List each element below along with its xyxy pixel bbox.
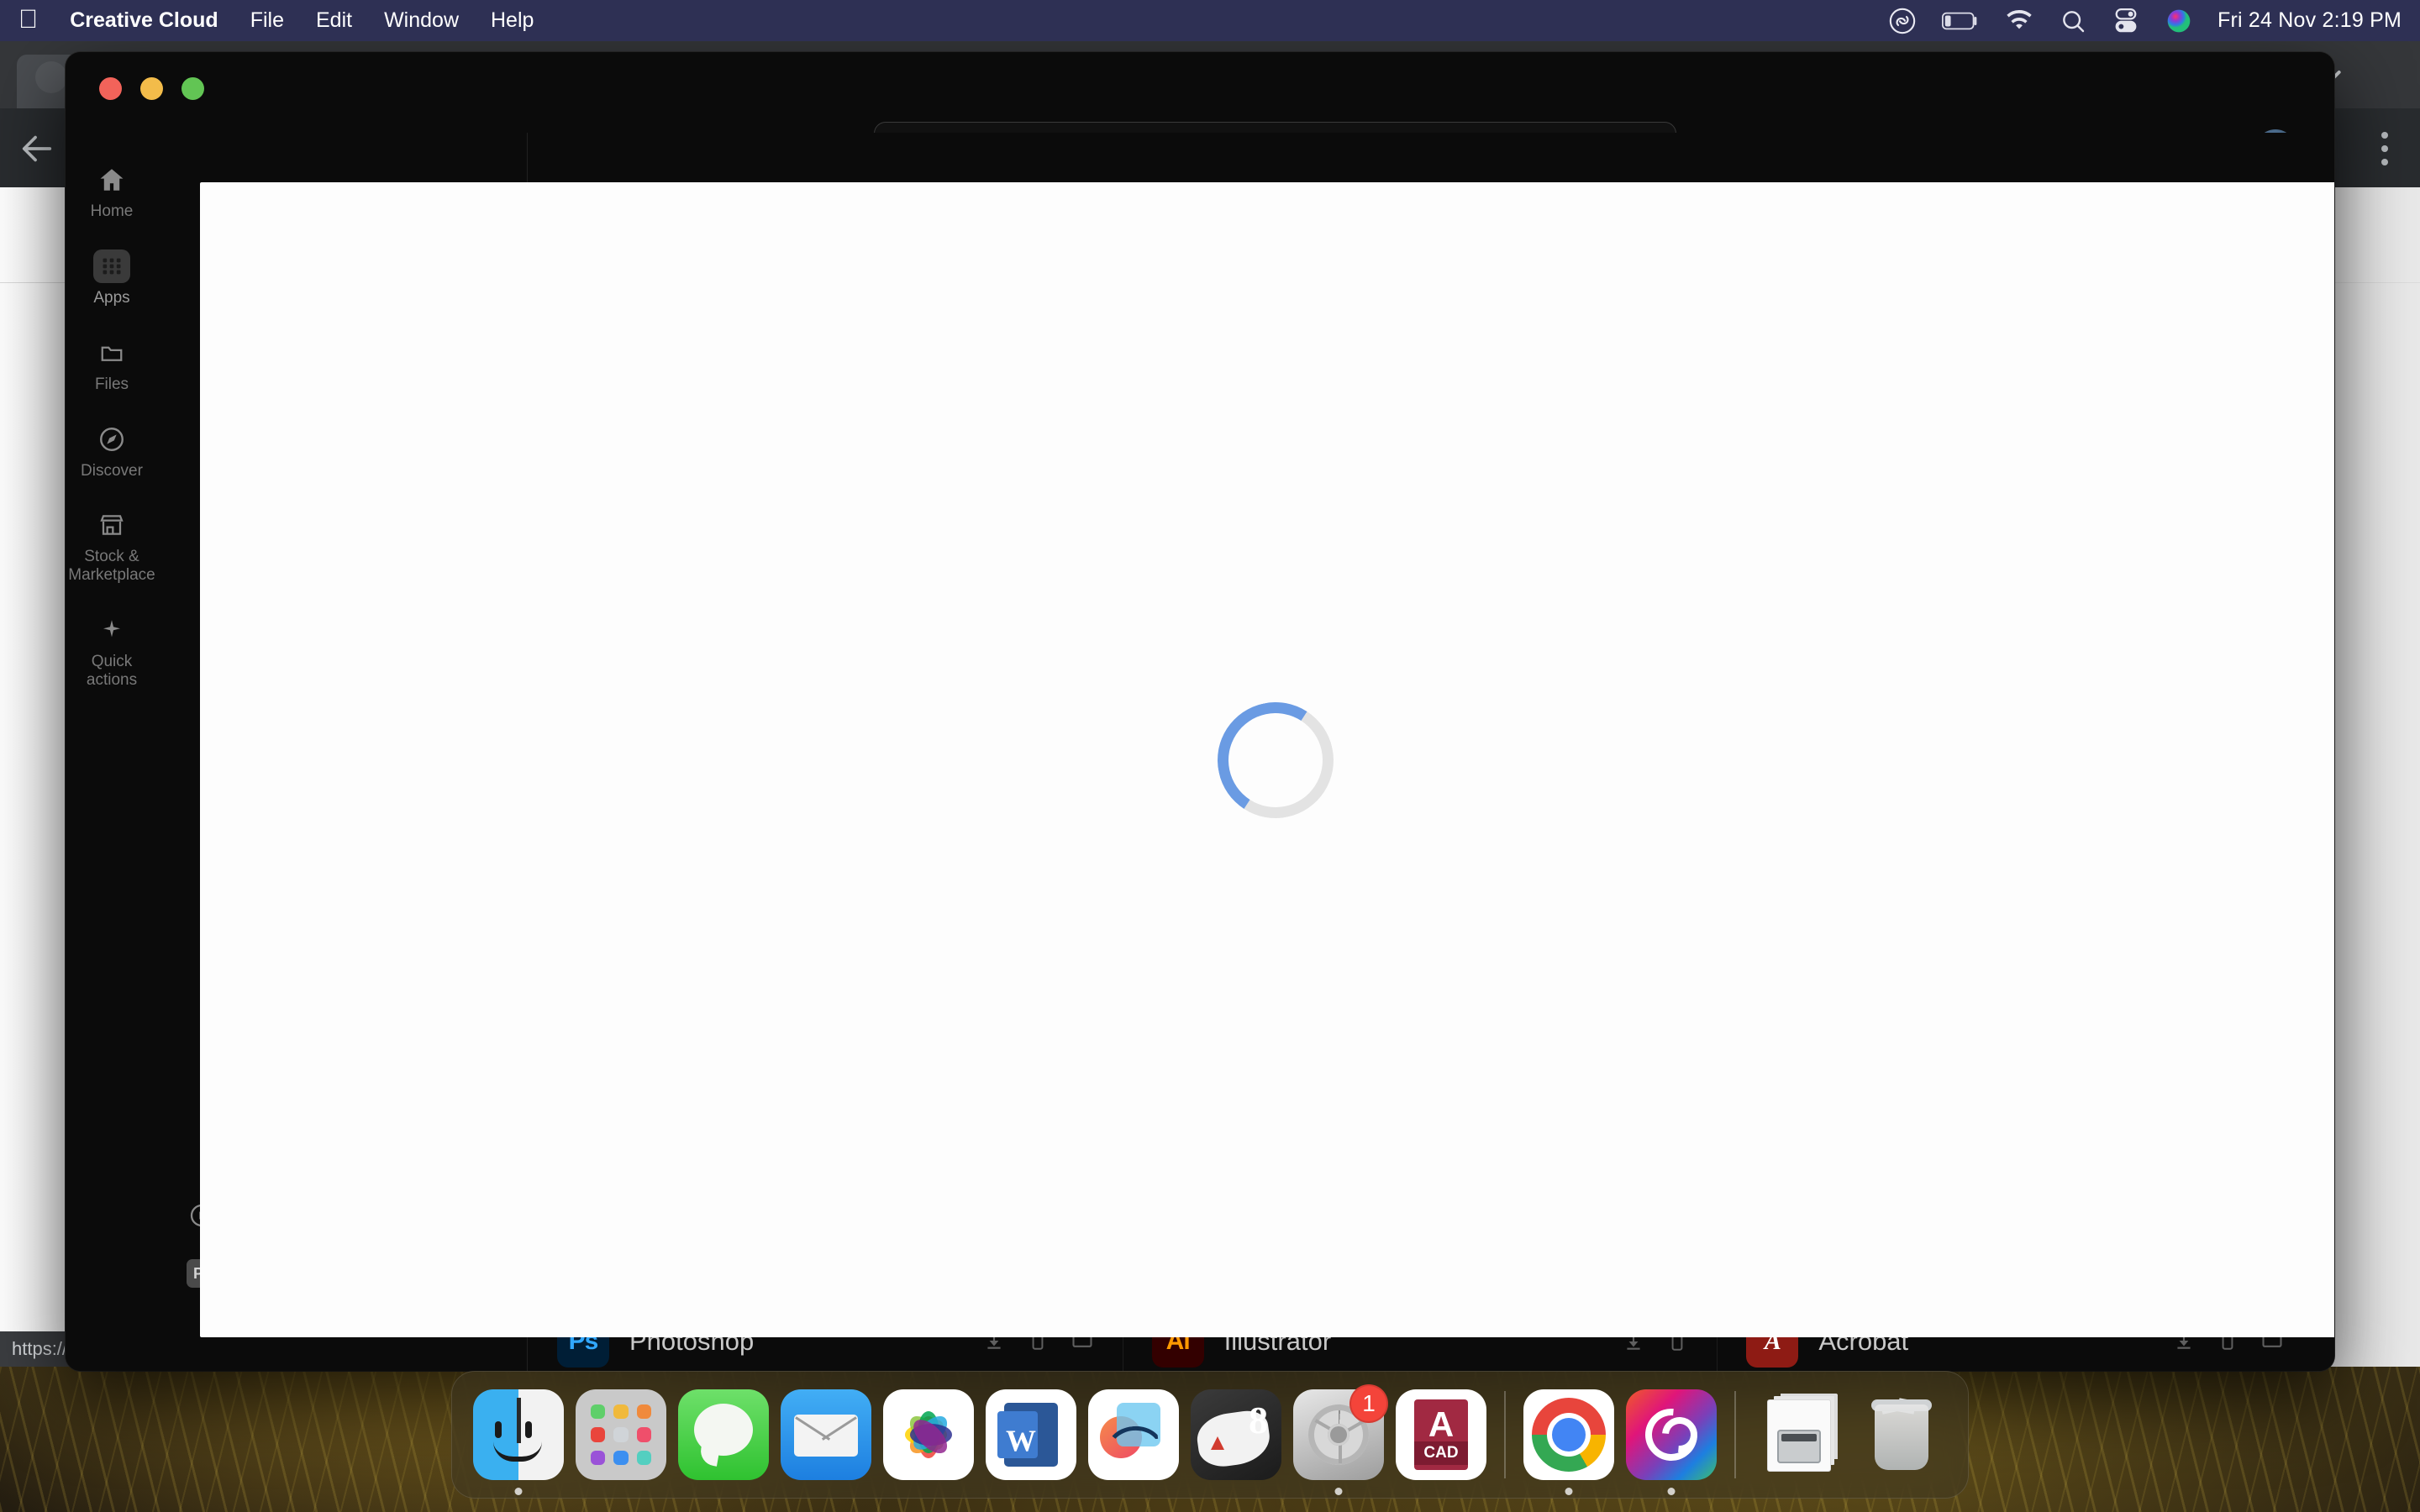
wifi-icon[interactable] [2004,9,2034,32]
dock-item-launchpad[interactable] [570,1389,672,1480]
sidebar-item-label: Apps [93,288,130,307]
mail-icon[interactable] [781,1389,871,1480]
storefront-icon [93,508,130,542]
sidebar-item-stock-marketplace[interactable]: Stock & Marketplace [68,503,155,590]
dock-item-word[interactable]: W [980,1389,1082,1480]
dock-item-freeform[interactable] [1082,1389,1185,1480]
launchpad-icon[interactable] [576,1389,666,1480]
menu-item-file[interactable]: File [250,8,284,33]
close-button[interactable] [99,77,122,100]
dock-separator [1734,1391,1736,1478]
tab-favicon [35,61,67,93]
control-center-icon[interactable] [2112,8,2140,34]
menu-item-window[interactable]: Window [384,8,459,33]
chrome-icon[interactable] [1523,1389,1614,1480]
downloads-stack-icon[interactable] [1754,1389,1844,1480]
creative-cloud-window[interactable]: Search Creative Cloud f [66,52,2334,1371]
running-indicator [1667,1488,1676,1495]
siri-icon[interactable] [2165,8,2192,34]
macos-dock[interactable]: W 8 1 A CAD [451,1371,1969,1499]
dock-item-downloads[interactable] [1748,1389,1850,1480]
sidebar-item-label: Quick actions [86,653,138,689]
dock-item-messages[interactable] [672,1389,775,1480]
apple-logo-icon[interactable]:  [18,6,38,32]
rhino-icon[interactable]: 8 [1191,1389,1281,1480]
sidebar-item-quick-actions[interactable]: Quick actions [68,608,155,695]
window-controls[interactable] [99,77,204,100]
dock-separator [1504,1391,1506,1478]
photos-icon[interactable] [883,1389,974,1480]
apps-grid-icon [93,249,130,283]
autocad-icon[interactable]: A CAD [1396,1389,1486,1480]
dock-item-rhino[interactable]: 8 [1185,1389,1287,1480]
sidebar-item-home[interactable]: Home [68,158,155,226]
three-dot-menu-icon[interactable] [2381,132,2388,165]
messages-icon[interactable] [678,1389,769,1480]
loading-modal-overlay [200,182,2334,1337]
battery-icon[interactable] [1942,12,1979,30]
back-arrow-icon[interactable] [13,129,60,168]
creative-cloud-icon[interactable] [1888,7,1917,35]
navigation-rail[interactable]: Home Apps Files Discover Stock & Marketp… [66,133,158,1371]
spotlight-search-icon[interactable] [2060,8,2086,34]
freeform-icon[interactable] [1088,1389,1179,1480]
loading-spinner [1207,690,1344,829]
menu-app-name[interactable]: Creative Cloud [70,8,218,33]
finder-icon[interactable] [473,1389,564,1480]
folder-icon [93,336,130,370]
creative-cloud-icon[interactable] [1626,1389,1717,1480]
sidebar-item-label: Stock & Marketplace [68,548,155,585]
dock-item-creative-cloud[interactable] [1620,1389,1723,1495]
macos-menu-bar[interactable]:  Creative Cloud File Edit Window Help [0,0,2420,41]
dock-item-system-settings[interactable]: 1 [1287,1384,1390,1495]
word-icon[interactable]: W [986,1389,1076,1480]
discover-compass-icon [93,423,130,456]
sidebar-item-discover[interactable]: Discover [68,417,155,486]
zoom-button[interactable] [182,77,204,100]
sidebar-item-label: Files [94,375,129,393]
running-indicator [1334,1488,1343,1495]
creative-cloud-titlebar: Search Creative Cloud f [66,52,2334,177]
trash-icon[interactable] [1856,1389,1947,1480]
home-icon [93,163,130,197]
dock-item-chrome[interactable] [1518,1389,1620,1495]
running-indicator [1565,1488,1573,1495]
dock-item-mail[interactable] [775,1389,877,1480]
sparkle-icon [93,613,130,647]
menu-item-edit[interactable]: Edit [316,8,352,33]
running-indicator [514,1488,523,1495]
menu-item-help[interactable]: Help [491,8,534,33]
dock-item-trash[interactable] [1850,1389,1953,1480]
dock-item-autocad[interactable]: A CAD [1390,1389,1492,1480]
status-badge: 1 [1349,1384,1388,1423]
sidebar-item-files[interactable]: Files [68,331,155,399]
minimize-button[interactable] [140,77,163,100]
dock-item-finder[interactable] [467,1389,570,1495]
sidebar-item-label: Home [90,202,134,220]
sidebar-item-apps[interactable]: Apps [68,244,155,312]
menu-bar-clock[interactable]: Fri 24 Nov 2:19 PM [2217,8,2402,33]
sidebar-item-label: Discover [81,461,143,480]
dock-item-photos[interactable] [877,1389,980,1480]
